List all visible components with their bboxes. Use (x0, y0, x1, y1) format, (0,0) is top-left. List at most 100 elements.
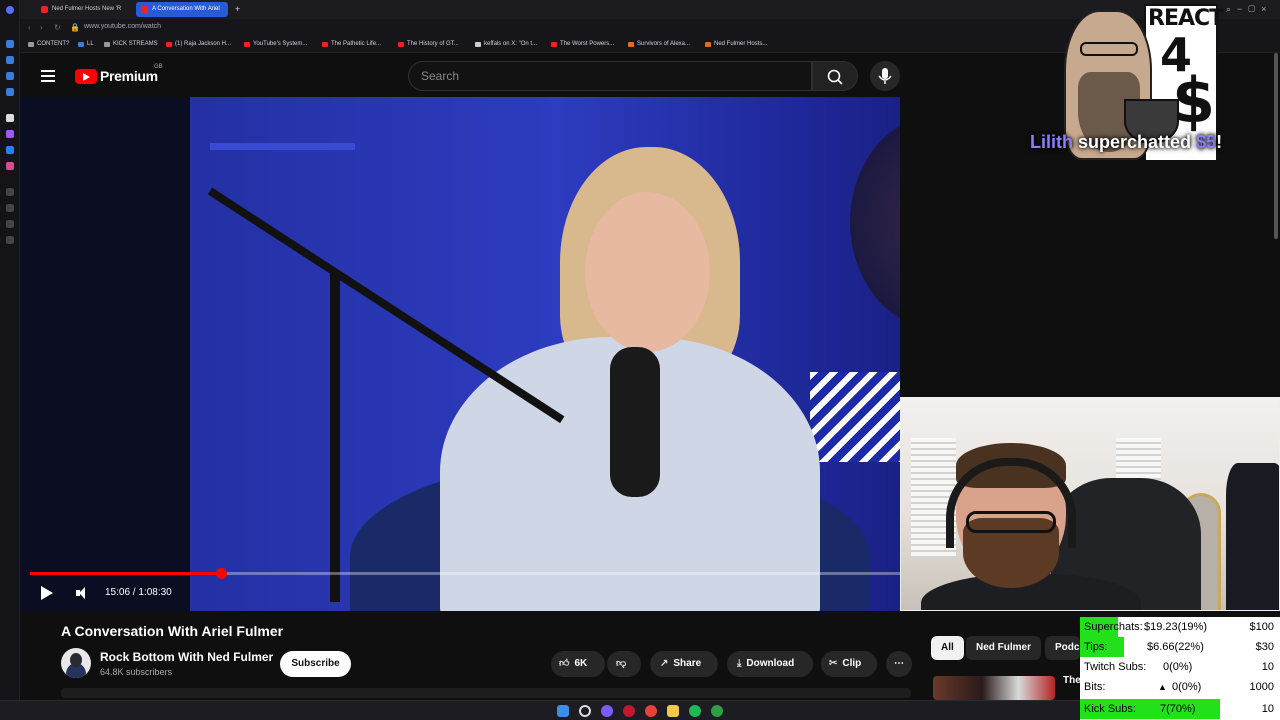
bookmark-item[interactable]: Survivors of Alexa... (628, 41, 690, 47)
bookmark-item[interactable]: CONTENT? (28, 41, 69, 47)
tab-conversation[interactable]: A Conversation With Ariel (136, 2, 228, 17)
like-button[interactable]: 👍︎ 6K (551, 651, 605, 677)
bookmark-item[interactable]: KICK STREAMS (104, 41, 158, 47)
youtube-logo-icon[interactable] (75, 69, 97, 84)
progress-bar[interactable] (30, 568, 900, 579)
sidebar-app-icon[interactable] (6, 88, 14, 96)
video-shelf (210, 143, 355, 150)
clip-button[interactable]: ✂ Clip (821, 651, 877, 677)
sidebar-app-icon[interactable] (6, 114, 14, 122)
chip-podcasts[interactable]: Podc (1045, 636, 1080, 660)
goal-row-tips: Tips: $6.66(22%) $30 (1080, 637, 1280, 657)
goal-row-bits: Bits: ▲ 0(0%) 1000 (1080, 677, 1280, 697)
goals-panel: Superchats: $19.23(19%) $100 Tips: $6.66… (1080, 617, 1280, 720)
sidebar-app-icon[interactable] (6, 188, 14, 196)
sidebar-app-icon[interactable] (6, 220, 14, 228)
sidebar-app-icon[interactable] (6, 130, 14, 138)
goal-label: Kick Subs: (1084, 703, 1136, 715)
bookmark-item[interactable]: keffals on X: "On t... (475, 41, 537, 47)
app-taskbar-icon[interactable] (601, 705, 613, 717)
folder-icon[interactable] (667, 705, 679, 717)
sidebar-app-icon[interactable] (6, 40, 14, 48)
region-code: GB (154, 64, 163, 70)
page-scrollbar[interactable] (1274, 53, 1278, 239)
reload-icon[interactable]: ↻ (54, 23, 61, 32)
share-label: Share (673, 658, 702, 669)
menu-icon[interactable] (41, 70, 55, 85)
channel-name[interactable]: Rock Bottom With Ned Fulmer (100, 650, 273, 664)
more-actions-button[interactable]: ⋯ (886, 651, 912, 677)
settings-icon[interactable] (6, 236, 14, 244)
alert-bang: ! (1216, 132, 1223, 152)
goal-row-kick-subs: Kick Subs: 7(70%) 10 (1080, 699, 1280, 719)
xbox-icon[interactable] (711, 705, 723, 717)
forward-icon[interactable]: › (40, 23, 43, 32)
bookmark-item[interactable]: (1) Raja Jackson H... (166, 41, 231, 47)
video-player[interactable]: 15:06 / 1:08:30 (20, 97, 900, 611)
goal-value: 0(0%) (1172, 681, 1202, 693)
spotify-icon[interactable] (689, 705, 701, 717)
share-button[interactable]: ↗ Share (650, 651, 718, 677)
chip-all[interactable]: All (931, 636, 964, 660)
microphone-icon (878, 68, 892, 84)
start-icon[interactable] (557, 705, 569, 717)
recommended-thumbnail[interactable] (933, 676, 1055, 700)
sidebar-app-icon[interactable] (6, 204, 14, 212)
bookmark-item[interactable]: The Worst Powers... (551, 41, 614, 47)
goal-label: Twitch Subs: (1084, 661, 1147, 673)
goal-row-twitch-subs: Twitch Subs: 0(0%) 10 (1080, 657, 1280, 677)
browser-logo-icon[interactable] (6, 6, 14, 14)
play-icon[interactable] (41, 586, 53, 600)
description-box[interactable] (61, 688, 911, 698)
youtube-logo-text[interactable]: Premium (100, 68, 158, 84)
chip-ned-fulmer[interactable]: Ned Fulmer (966, 636, 1042, 660)
search-button[interactable] (812, 61, 858, 91)
bookmark-item[interactable]: Ned Fulmer Hosts... (705, 41, 767, 47)
bookmark-item[interactable]: The Pathetic Life... (322, 41, 381, 47)
goal-label: Superchats: (1084, 621, 1143, 633)
like-count: 6K (574, 658, 588, 669)
tab-label: Ned Fulmer Hosts New 'R (52, 6, 122, 12)
volume-icon[interactable] (76, 587, 90, 599)
back-icon[interactable]: ‹ (28, 23, 31, 32)
lock-icon: 🔒 (70, 23, 80, 32)
alert-amount: $5 (1196, 132, 1217, 152)
bookmark-item[interactable]: The History of GT... (398, 41, 459, 47)
channel-avatar[interactable] (61, 648, 91, 678)
search-taskbar-icon[interactable] (579, 705, 591, 717)
video-plant (850, 107, 900, 337)
thumbs-up-icon: 👍︎ (559, 658, 570, 669)
opera-icon[interactable] (623, 705, 635, 717)
search-icon (827, 69, 843, 85)
recommended-title[interactable]: The (1063, 675, 1081, 686)
sidebar-app-icon[interactable] (6, 72, 14, 80)
screen: Ned Fulmer Hosts New 'R A Conversation W… (0, 0, 1280, 720)
bookmark-item[interactable]: YouTube's System... (244, 41, 307, 47)
video-mic-arm (207, 187, 565, 424)
dislike-button[interactable]: 👎︎ (607, 651, 641, 677)
scissors-icon: ✂ (829, 658, 838, 669)
thumbs-down-icon: 👎︎ (616, 658, 627, 669)
url-text[interactable]: www.youtube.com/watch (84, 23, 161, 30)
goal-target: 10 (1261, 661, 1274, 673)
bookmark-item[interactable]: LL (78, 41, 94, 47)
goal-value: 0(0%) (1163, 661, 1193, 673)
instagram-icon[interactable] (6, 162, 14, 170)
new-tab-button[interactable]: + (232, 2, 246, 17)
voice-search-button[interactable] (870, 61, 900, 91)
goal-target: $100 (1249, 621, 1274, 633)
sidebar-app-icon[interactable] (6, 56, 14, 64)
subscribe-button[interactable]: Subscribe (280, 651, 351, 677)
goal-value: $6.66(22%) (1147, 641, 1204, 653)
bits-arrow-icon: ▲ (1158, 682, 1167, 692)
chrome-icon[interactable] (645, 705, 657, 717)
clip-label: Clip (842, 658, 862, 669)
search-input[interactable] (409, 62, 789, 90)
tab-ned-fulmer[interactable]: Ned Fulmer Hosts New 'R (36, 2, 130, 17)
time-display: 15:06 / 1:08:30 (105, 587, 172, 598)
goal-label: Bits: (1084, 681, 1106, 693)
download-button[interactable]: ⤓ Download (727, 651, 813, 677)
messenger-icon[interactable] (6, 146, 14, 154)
browser-window-controls[interactable]: ⌕−▢× (1226, 4, 1272, 15)
goal-row-superchats: Superchats: $19.23(19%) $100 (1080, 617, 1280, 637)
